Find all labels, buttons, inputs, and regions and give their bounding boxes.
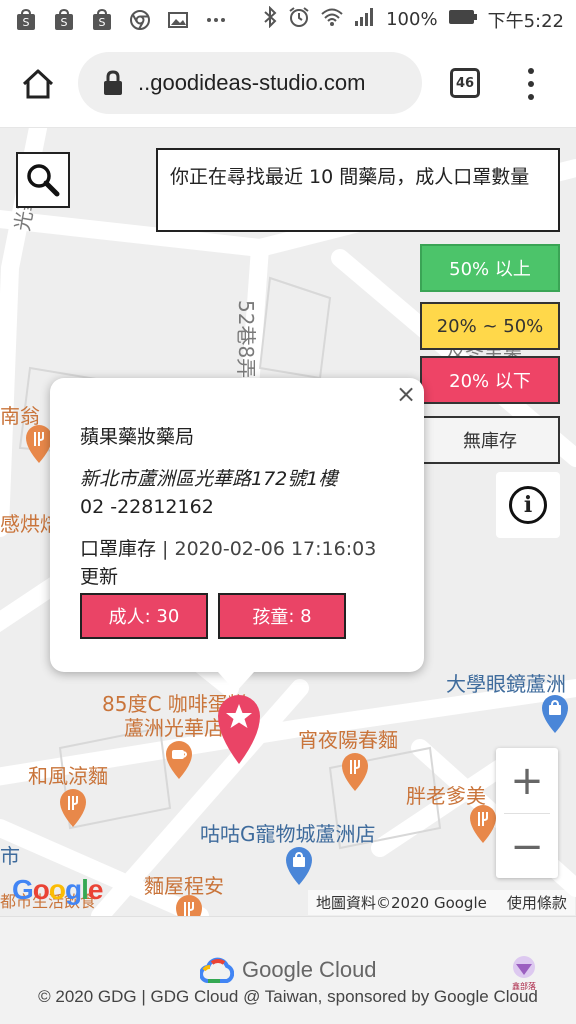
about-button[interactable]: i [496, 472, 560, 538]
shop-bag-icon: S [14, 8, 38, 32]
browser-toolbar: ..goodideas-studio.com 46 [0, 40, 576, 128]
clock: 下午5:22 [487, 10, 564, 32]
terms-link[interactable]: 使用條款 [507, 892, 567, 913]
attribution-text: 地圖資料©2020 Google [316, 894, 487, 912]
home-button[interactable] [16, 62, 60, 106]
restaurant-icon[interactable] [174, 894, 204, 916]
legend-no-stock-button[interactable]: 無庫存 [420, 416, 560, 464]
stock-update-info: 口罩庫存 | 2020-02-06 17:16:03 更新 [80, 535, 394, 591]
zoom-in-button[interactable]: + [496, 748, 558, 813]
stock-separator: | [156, 538, 175, 560]
battery-icon [448, 8, 478, 31]
url-text: ..goodideas-studio.com [138, 70, 366, 95]
zoom-control: + − [496, 748, 558, 878]
google-logo: Google [12, 874, 103, 905]
dot-icon [528, 94, 534, 100]
stock-label: 口罩庫存 [80, 538, 157, 560]
notification-icons: S S S [14, 8, 228, 32]
pharmacy-address: 新北市蘆洲區光華路172號1樓 [80, 468, 338, 490]
dot-icon [528, 81, 534, 87]
svg-text:S: S [99, 16, 106, 29]
place-label: 蘆洲光華店 [124, 716, 224, 740]
cloud-icon [200, 957, 234, 983]
chrome-icon [128, 8, 152, 32]
bluetooth-icon [262, 5, 278, 33]
status-bar: S S S 100% 下午5:22 [0, 0, 576, 40]
child-value: : 8 [288, 605, 312, 627]
shopping-icon[interactable] [284, 846, 314, 886]
place-label: 宵夜陽春麵 [298, 728, 398, 752]
image-icon [166, 8, 190, 32]
alarm-icon [288, 6, 310, 33]
lock-icon [104, 70, 122, 95]
child-stock-button[interactable]: 孩童: 8 [218, 593, 346, 639]
place-label: 大學眼鏡蘆洲 [446, 672, 566, 696]
battery-percent: 100% [386, 9, 438, 30]
popup-close-button[interactable]: × [396, 380, 416, 408]
menu-button[interactable] [516, 66, 546, 102]
google-cloud-logo: Google Cloud [200, 957, 377, 983]
cafe-icon[interactable] [164, 740, 194, 780]
place-label: 咕咕G寵物城蘆洲店 [200, 822, 376, 846]
home-icon [22, 69, 54, 99]
adult-value: : 30 [144, 605, 180, 627]
map-attribution: 地圖資料©2020 Google 使用條款 [308, 890, 575, 915]
pharmacy-name: 蘋果藥妝藥局 [80, 426, 195, 448]
place-label: 市 [0, 844, 20, 868]
popup-tail [218, 672, 254, 692]
restaurant-icon[interactable] [58, 788, 88, 828]
info-icon: i [509, 486, 547, 524]
adult-stock-button[interactable]: 成人: 30 [80, 593, 208, 639]
dot-icon [528, 68, 534, 74]
legend-below-20-button[interactable]: 20% 以下 [420, 356, 560, 404]
system-status: 100% 下午5:22 [262, 5, 564, 33]
footer-copyright: © 2020 GDG | GDG Cloud @ Taiwan, sponsor… [38, 987, 538, 1006]
search-icon [27, 164, 60, 197]
stock-time: 2020-02-06 17:16:03 [174, 538, 377, 560]
restaurant-icon[interactable] [340, 752, 370, 792]
star-marker-icon[interactable] [216, 694, 262, 766]
child-label: 孩童 [252, 607, 289, 628]
svg-text:S: S [23, 16, 30, 29]
zoom-out-button[interactable]: − [496, 814, 558, 879]
search-button[interactable] [16, 152, 70, 208]
road-label: 52巷8弄 [234, 300, 258, 379]
more-notifications-icon [204, 8, 228, 32]
signal-icon [354, 7, 376, 32]
google-cloud-text: Google Cloud [242, 957, 377, 982]
page-footer: Google Cloud 鑫部落 © 2020 GDG | GDG Cloud … [0, 916, 576, 1024]
wifi-icon [320, 7, 344, 32]
pharmacy-popup: × 蘋果藥妝藥局 新北市蘆洲區光華路172號1樓 02 -22812162 口罩… [50, 378, 424, 672]
restaurant-icon[interactable] [468, 804, 498, 844]
tab-switcher-button[interactable]: 46 [450, 68, 480, 98]
legend-above-50-button[interactable]: 50% 以上 [420, 244, 560, 292]
shop-bag-icon: S [52, 8, 76, 32]
legend-20-50-button[interactable]: 20% ~ 50% [420, 302, 560, 350]
stock-buttons: 成人: 30 孩童: 8 [80, 593, 394, 639]
shopping-icon[interactable] [540, 694, 570, 734]
address-bar[interactable]: ..goodideas-studio.com [78, 52, 422, 114]
svg-text:S: S [61, 16, 68, 29]
blog-badge-logo: 鑫部落 [506, 955, 542, 991]
search-info-text: 你正在尋找最近 10 間藥局，成人口罩數量 [156, 148, 560, 232]
stock-suffix: 更新 [80, 566, 119, 588]
pharmacy-phone: 02 -22812162 [80, 496, 214, 518]
place-label: 和風涼麵 [28, 764, 108, 788]
adult-label: 成人 [108, 607, 145, 628]
shop-bag-icon: S [90, 8, 114, 32]
